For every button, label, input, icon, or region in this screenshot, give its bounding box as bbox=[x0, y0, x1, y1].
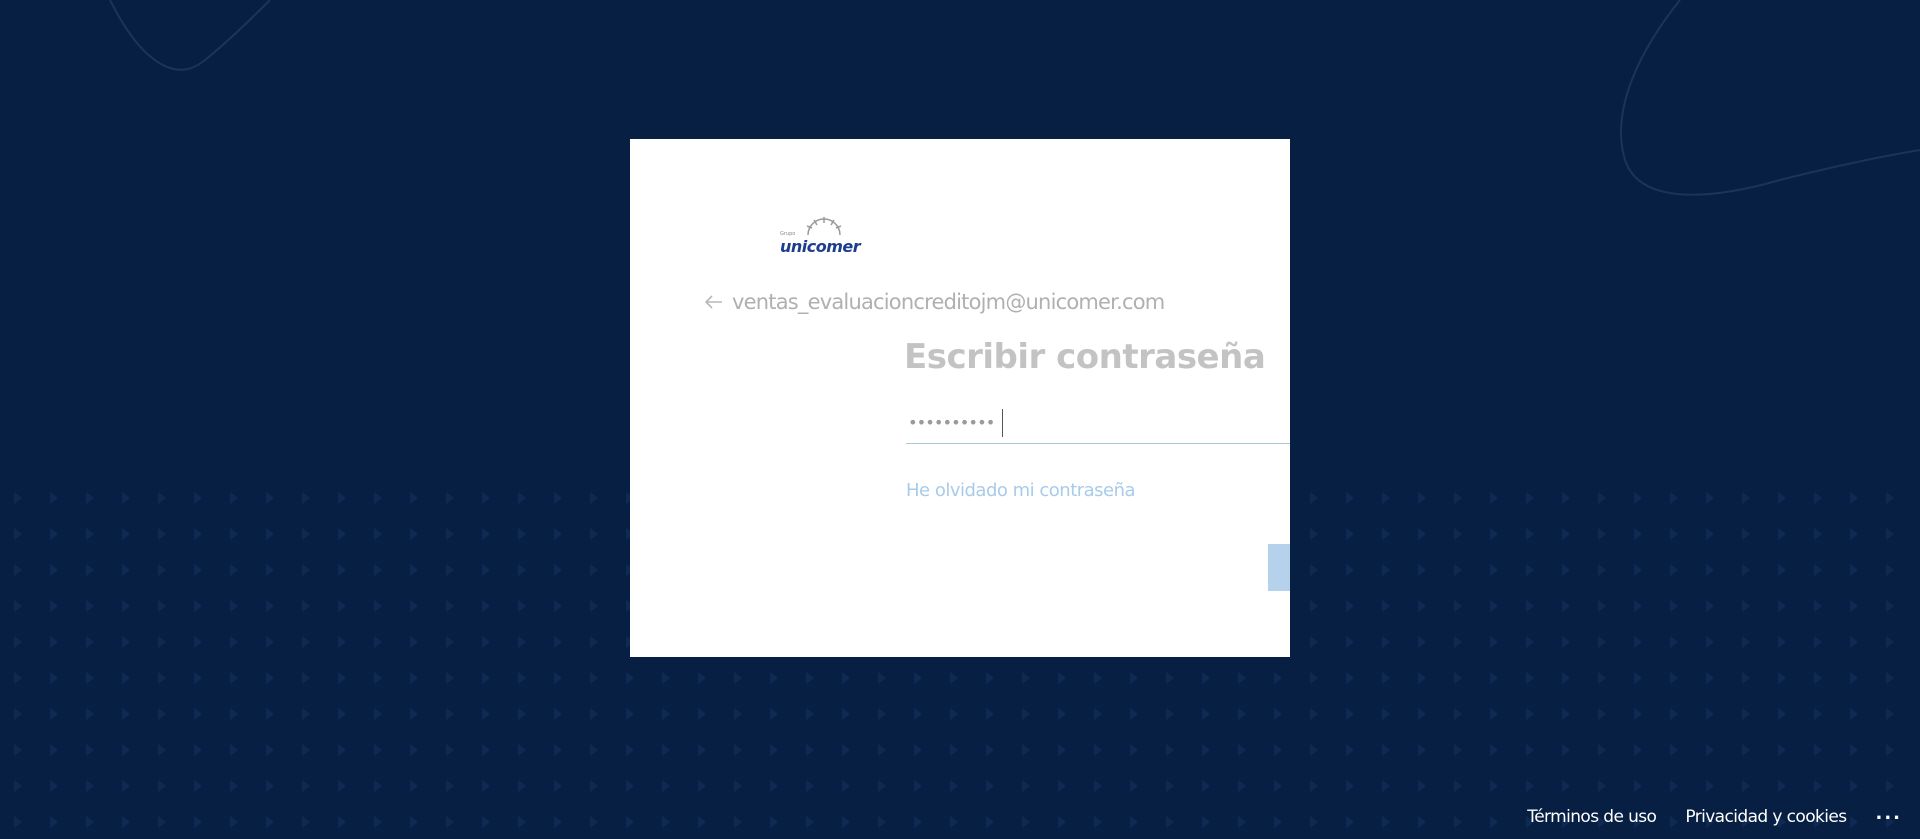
privacy-link[interactable]: Privacidad y cookies bbox=[1685, 807, 1847, 827]
more-options-button[interactable]: ... bbox=[1875, 805, 1902, 829]
forgot-password-link[interactable]: He olvidado mi contraseña bbox=[906, 480, 1136, 501]
terms-link[interactable]: Términos de uso bbox=[1527, 807, 1657, 827]
unicomer-logo: Grupo unicomer bbox=[780, 215, 864, 256]
password-input[interactable] bbox=[906, 401, 1290, 443]
next-button[interactable] bbox=[1268, 544, 1290, 591]
identity-banner: ventas_evaluacioncreditojm@unicomer.com bbox=[704, 289, 1165, 315]
page-title: Escribir contraseña bbox=[904, 337, 1266, 377]
arrow-left-icon[interactable] bbox=[704, 292, 724, 312]
signin-card: Grupo unicomer ventas_evaluacioncreditoj… bbox=[630, 139, 1290, 657]
password-field[interactable]: •••••••••• bbox=[906, 401, 1290, 444]
logo-sun-icon bbox=[806, 217, 842, 236]
footer: Términos de uso Privacidad y cookies ... bbox=[1527, 805, 1902, 829]
identity-email: ventas_evaluacioncreditojm@unicomer.com bbox=[732, 290, 1165, 314]
logo-brand-text: unicomer bbox=[780, 237, 861, 256]
